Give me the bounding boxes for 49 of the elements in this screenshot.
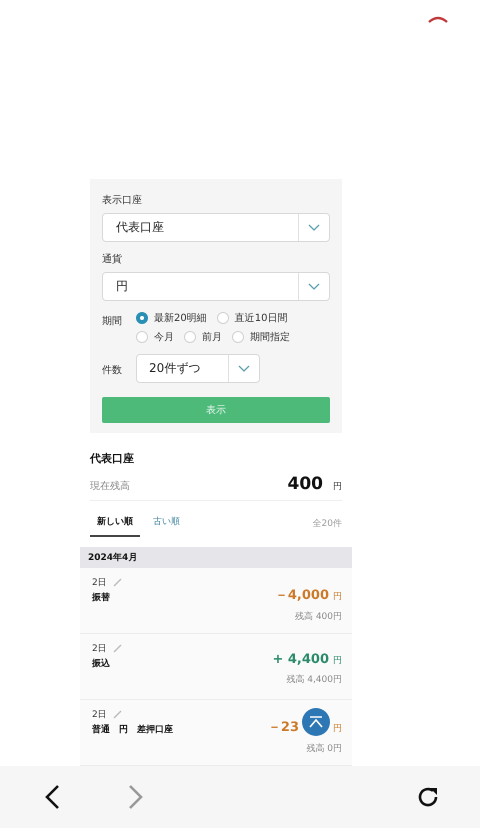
account-select[interactable]: 代表口座: [102, 212, 330, 242]
transaction-row[interactable]: 2日 普通 円 差押口座 －23 円 残高 0円: [80, 700, 352, 766]
loading-spinner-icon: [427, 15, 449, 23]
currency-unit: 円: [333, 590, 342, 603]
balance-label: 現在残高: [90, 480, 131, 493]
field-label: 表示口座: [102, 194, 143, 207]
running-balance: 残高 400円: [294, 610, 342, 623]
period-radio[interactable]: 前月: [184, 330, 222, 344]
transaction-description: 普通 円 差押口座: [92, 723, 174, 736]
currency-unit: 円: [333, 722, 342, 735]
transaction-description: 振替: [92, 591, 111, 604]
forward-icon[interactable]: [128, 784, 144, 810]
transaction-row[interactable]: 2日 振替 －4,000 円 残高 400円: [80, 568, 352, 634]
transaction-day: 2日: [92, 708, 107, 721]
currency-select[interactable]: 円: [102, 272, 330, 301]
field-label: 通貨: [102, 252, 123, 266]
month-header: 2024年4月: [80, 546, 352, 568]
pencil-icon: [112, 578, 122, 587]
sort-tab[interactable]: 新しい順: [90, 510, 140, 537]
chevron-down-icon: [308, 224, 320, 231]
back-icon[interactable]: [44, 784, 60, 810]
period-radio[interactable]: 期間指定: [232, 330, 290, 344]
balance-amount: 400: [288, 474, 323, 494]
total-count: 全20件: [312, 518, 342, 530]
transaction-amount: －23: [268, 718, 299, 736]
chevron-down-icon: [308, 282, 320, 290]
count-select[interactable]: 20件ずつ: [136, 354, 260, 383]
transaction-amount: －4,000: [274, 586, 329, 604]
running-balance: 残高 0円: [306, 742, 342, 755]
reload-icon[interactable]: [416, 784, 440, 809]
period-radio[interactable]: 今月: [136, 330, 174, 344]
transaction-day: 2日: [92, 642, 107, 655]
transaction-amount: + 4,400: [272, 652, 329, 667]
transaction-day: 2日: [92, 576, 107, 589]
sort-tab[interactable]: 古い順: [146, 510, 187, 537]
running-balance: 残高 4,400円: [286, 674, 342, 686]
currency-unit: 円: [333, 480, 342, 493]
pencil-icon: [112, 710, 122, 719]
transaction-row[interactable]: 2日 振込 + 4,400 円 残高 4,400円: [80, 634, 352, 700]
currency-unit: 円: [333, 654, 342, 667]
period-radio[interactable]: 最新20明細: [136, 310, 207, 325]
field-label: 期間: [102, 314, 123, 329]
field-label: 件数: [102, 364, 123, 377]
account-name: 代表口座: [90, 450, 135, 466]
transaction-description: 振込: [92, 657, 111, 670]
pencil-icon: [112, 644, 122, 653]
period-radio[interactable]: 直近10日間: [216, 310, 288, 325]
chevron-down-icon: [238, 364, 250, 372]
scroll-up-icon: [308, 716, 324, 728]
